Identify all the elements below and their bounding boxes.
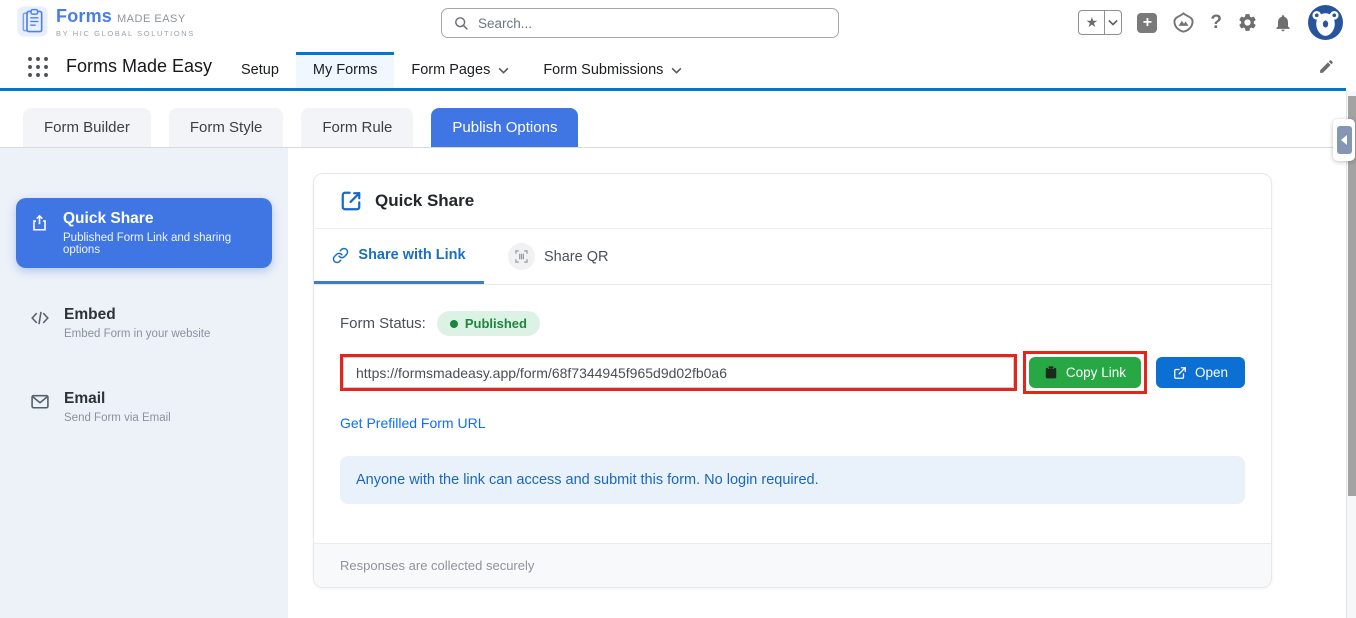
chevron-down-icon[interactable] xyxy=(671,67,682,74)
tab-form-style[interactable]: Form Style xyxy=(169,108,284,147)
share-upload-icon xyxy=(30,213,49,233)
envelope-icon xyxy=(30,393,50,410)
collapse-panel-toggle[interactable] xyxy=(1333,119,1355,161)
clipboard-icon xyxy=(1044,365,1058,380)
chevron-down-icon[interactable] xyxy=(498,67,509,74)
copy-annotation-box: Copy Link xyxy=(1023,351,1147,394)
sidebar-item-embed[interactable]: Embed Embed Form in your website xyxy=(16,294,272,352)
user-avatar[interactable] xyxy=(1308,5,1343,40)
logo-tagline: BY HIC GLOBAL SOLUTIONS xyxy=(56,29,195,38)
app-logo: Forms MADE EASY BY HIC GLOBAL SOLUTIONS xyxy=(16,5,195,38)
code-icon xyxy=(30,309,50,327)
nav-tab-my-forms[interactable]: My Forms xyxy=(296,52,394,88)
global-search-box xyxy=(441,8,839,38)
copy-link-button[interactable]: Copy Link xyxy=(1029,357,1141,388)
get-prefilled-url-link[interactable]: Get Prefilled Form URL xyxy=(340,415,485,431)
qr-code-icon xyxy=(508,243,535,270)
search-input[interactable] xyxy=(478,16,827,31)
bell-icon[interactable] xyxy=(1273,13,1293,33)
form-url-input[interactable] xyxy=(343,357,1014,388)
pencil-icon[interactable] xyxy=(1318,58,1335,75)
app-navigation-bar: Forms Made Easy Setup My Forms Form Page… xyxy=(0,45,1356,88)
clipboard-logo-icon xyxy=(16,5,49,38)
trailhead-icon[interactable] xyxy=(1172,12,1195,33)
panel-footer-note: Responses are collected securely xyxy=(314,543,1271,587)
status-dot xyxy=(450,320,458,328)
global-header: Forms MADE EASY BY HIC GLOBAL SOLUTIONS … xyxy=(0,0,1356,45)
app-name: Forms Made Easy xyxy=(66,45,212,88)
panel-title: Quick Share xyxy=(375,191,474,211)
gear-icon[interactable] xyxy=(1237,12,1258,33)
help-icon[interactable]: ? xyxy=(1210,12,1222,34)
external-link-icon xyxy=(1173,366,1187,380)
favorites-dropdown-caret[interactable] xyxy=(1104,11,1121,34)
tab-share-with-link[interactable]: Share with Link xyxy=(314,229,484,284)
tab-form-rule[interactable]: Form Rule xyxy=(301,108,413,147)
tab-publish-options[interactable]: Publish Options xyxy=(431,108,578,147)
open-button[interactable]: Open xyxy=(1156,357,1245,388)
tab-share-qr[interactable]: Share QR xyxy=(508,229,608,284)
publish-options-sidebar: Quick Share Published Form Link and shar… xyxy=(0,148,288,618)
panel-header: Quick Share xyxy=(314,174,1271,229)
favorites-split-button[interactable]: ★ xyxy=(1078,10,1122,35)
status-badge: Published xyxy=(437,311,540,336)
nav-tab-form-submissions[interactable]: Form Submissions xyxy=(526,52,699,88)
form-tabs-strip: Form Builder Form Style Form Rule Publis… xyxy=(0,91,1346,148)
search-icon xyxy=(453,15,469,31)
access-info-message: Anyone with the link can access and subm… xyxy=(340,456,1245,504)
share-icon xyxy=(340,190,362,212)
chevron-left-icon xyxy=(1337,126,1352,154)
nav-tab-form-pages[interactable]: Form Pages xyxy=(394,52,526,88)
tab-form-builder[interactable]: Form Builder xyxy=(23,108,151,147)
vertical-scrollbar xyxy=(1346,91,1356,618)
logo-brand-text: Forms xyxy=(56,6,112,27)
star-icon[interactable]: ★ xyxy=(1079,11,1104,34)
sidebar-item-email[interactable]: Email Send Form via Email xyxy=(16,378,272,436)
quick-share-panel: Quick Share Share with Link Share QR xyxy=(313,173,1272,588)
logo-suffix-text: MADE EASY xyxy=(117,13,186,25)
url-annotation-box xyxy=(340,354,1017,391)
link-icon xyxy=(332,247,349,264)
app-launcher-icon[interactable] xyxy=(28,57,49,78)
global-actions-button[interactable]: + xyxy=(1137,13,1157,33)
share-tabs: Share with Link Share QR xyxy=(314,229,1271,285)
form-status-label: Form Status: xyxy=(340,315,426,332)
nav-tab-setup[interactable]: Setup xyxy=(224,52,296,88)
sidebar-item-quick-share[interactable]: Quick Share Published Form Link and shar… xyxy=(16,198,272,268)
